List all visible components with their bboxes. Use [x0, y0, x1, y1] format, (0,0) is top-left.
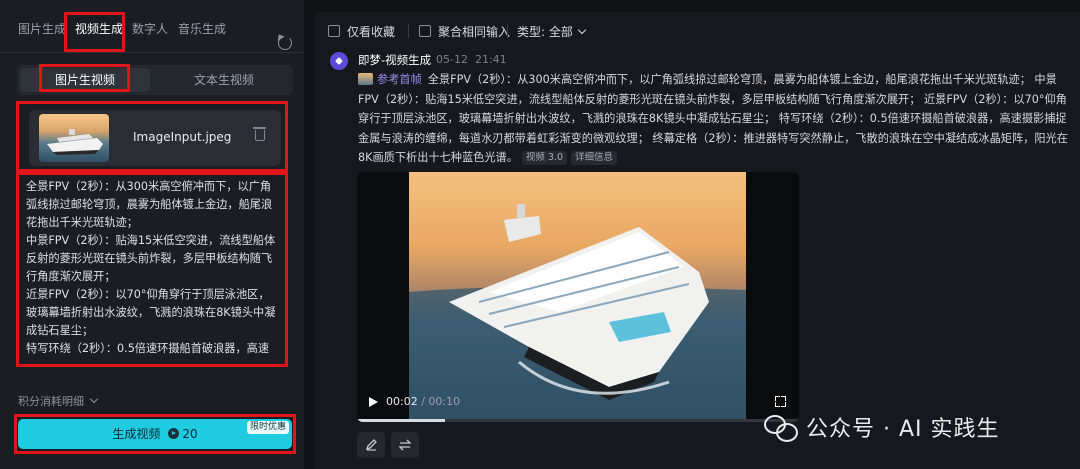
image-filename: ImageInput.jpeg: [133, 130, 232, 144]
prompt-line: 成钻石星尘；: [26, 324, 94, 337]
prompt-line: 弧线掠过邮轮穹顶，晨雾为船体镀上金边，船尾浪: [26, 198, 273, 211]
generation-tabs: 图片生成 视频生成 数字人 音乐生成: [0, 12, 304, 52]
chevron-down-icon: [89, 394, 99, 404]
promo-badge: 限时优惠: [246, 421, 289, 434]
generate-cost: 20: [182, 427, 198, 441]
video-progress-fill: [357, 419, 446, 422]
chevron-down-icon: [577, 25, 587, 35]
delete-icon[interactable]: [253, 127, 266, 141]
prompt-line: 反射的菱形光斑在镜头前炸裂，多层甲板结构随飞: [26, 252, 273, 265]
regenerate-button[interactable]: [391, 432, 419, 458]
tab-image-to-video[interactable]: 图片生视频: [20, 68, 150, 92]
tab-image-generation[interactable]: 图片生成: [18, 20, 66, 37]
edit-button[interactable]: [357, 432, 385, 458]
divider: [408, 24, 409, 38]
details-link[interactable]: 详细信息: [571, 151, 618, 165]
prompt-line: 玻璃幕墙折射出水波纹，飞溅的浪珠在8K镜头中凝: [26, 306, 276, 319]
video-duration: 00:10: [428, 395, 461, 408]
divider: [0, 52, 304, 53]
favorites-only-checkbox[interactable]: [328, 25, 340, 37]
message-title: 即梦-视频生成: [358, 53, 432, 67]
credit-coin-icon: [168, 428, 180, 439]
message-date: 05-12: [436, 53, 468, 66]
model-tag: 视频 3.0: [521, 151, 568, 165]
type-filter-dropdown[interactable]: 类型: 全部: [517, 23, 587, 40]
prompt-line: 行角度渐次展开；: [26, 270, 116, 283]
video-frame: [409, 172, 746, 422]
watermark-text: 公众号 · AI 实践生: [806, 417, 1000, 442]
results-toolbar: 仅看收藏 聚合相同输入 类型: 全部: [314, 12, 1080, 50]
regenerate-icon: [398, 439, 412, 451]
divider: [507, 24, 508, 38]
generate-video-button[interactable]: 生成视频 20 限时优惠: [18, 419, 292, 449]
generate-label: 生成视频: [112, 427, 161, 441]
image-thumbnail: [39, 114, 109, 162]
image-input-card[interactable]: ImageInput.jpeg: [29, 110, 281, 166]
reference-frame-thumbnail[interactable]: [358, 73, 373, 85]
video-current-time: 00:02: [386, 395, 418, 408]
reference-frame-label[interactable]: 参考首帧: [377, 73, 422, 86]
jimeng-avatar: [330, 52, 348, 70]
type-filter-label: 类型: 全部: [517, 25, 573, 39]
credits-label: 积分消耗明细: [18, 395, 84, 408]
message-prompt: 参考首帧 全景FPV（2秒）：从300米高空俯冲而下，以广角弧线掠过邮轮穹顶，晨雾…: [358, 70, 1068, 168]
left-panel: 图片生成 视频生成 数字人 音乐生成 图片生视频 文本生视频 ImageInpu…: [0, 0, 304, 469]
prompt-textarea[interactable]: 全景FPV（2秒）：从300米高空俯冲而下，以广角 弧线掠过邮轮穹顶，晨雾为船体…: [26, 178, 278, 362]
prompt-line: 中景FPV（2秒）：贴海15米低空突进，流线型船体: [26, 234, 276, 247]
message-text: 全景FPV（2秒）：从300米高空俯冲而下，以广角弧线掠过邮轮穹顶，晨雾为船体镀…: [358, 73, 1068, 164]
message-timestamp: 05-12 21:41: [436, 53, 507, 66]
prompt-line: 全景FPV（2秒）：从300米高空俯冲而下，以广角: [26, 180, 272, 193]
cruise-ship-thumbnail-image: [47, 129, 103, 155]
aggregate-inputs-label[interactable]: 聚合相同输入: [438, 23, 510, 40]
tab-music-generation[interactable]: 音乐生成: [178, 20, 226, 37]
favorites-only-label[interactable]: 仅看收藏: [347, 23, 395, 40]
prompt-line: 花拖出千米光斑轨迹；: [26, 216, 138, 229]
tab-video-generation[interactable]: 视频生成: [75, 20, 123, 37]
message-time: 21:41: [474, 53, 507, 66]
results-panel: 仅看收藏 聚合相同输入 类型: 全部 即梦-视频生成 05-12 21:41 参…: [314, 12, 1080, 469]
tab-text-to-video[interactable]: 文本生视频: [157, 65, 291, 95]
mode-tabs: 图片生视频 文本生视频: [17, 65, 293, 95]
fullscreen-icon[interactable]: [775, 396, 786, 407]
tab-digital-human[interactable]: 数字人: [132, 20, 168, 37]
wechat-icon: [764, 413, 798, 442]
video-player[interactable]: 00:02 / 00:10: [357, 172, 799, 422]
play-icon[interactable]: [369, 397, 378, 407]
watermark: 公众号 · AI 实践生: [764, 409, 1000, 445]
prompt-line: 特写环绕（2秒）：0.5倍速环摄船首破浪器，高速: [26, 342, 270, 355]
video-progress-bar[interactable]: [357, 419, 799, 422]
credits-detail-toggle[interactable]: 积分消耗明细: [18, 393, 99, 409]
aggregate-inputs-checkbox[interactable]: [419, 25, 431, 37]
prompt-line: 近景FPV（2秒）：以70°仰角穿行于顶层泳池区，: [26, 288, 270, 301]
refresh-icon[interactable]: [278, 36, 292, 50]
cruise-ship-video-frame: [409, 172, 746, 422]
pencil-icon: [365, 439, 377, 451]
video-time: 00:02 / 00:10: [386, 395, 461, 408]
